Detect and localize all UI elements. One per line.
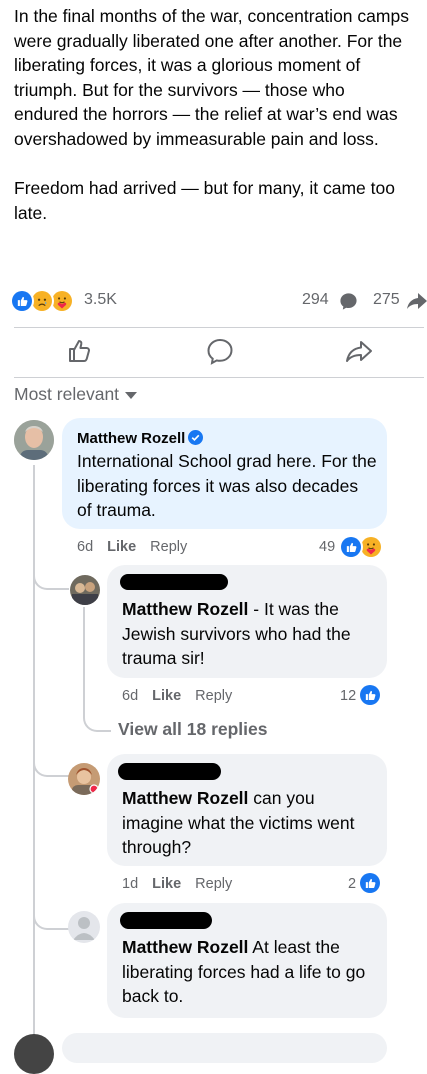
like-reaction-icon	[339, 535, 363, 559]
shares-count[interactable]: 275	[373, 291, 400, 309]
post-text: In the final months of the war, concentr…	[14, 4, 409, 225]
reply-link[interactable]: Reply	[195, 688, 232, 704]
sort-label: Most relevant	[14, 384, 120, 404]
mention-link[interactable]: Matthew Rozell	[122, 599, 248, 619]
divider	[14, 377, 424, 378]
post-paragraph-1: In the final months of the war, concentr…	[14, 6, 409, 149]
redacted-author-name	[118, 763, 221, 780]
avatar[interactable]	[70, 575, 100, 605]
chevron-down-icon	[125, 391, 138, 399]
reply-link[interactable]: Reply	[195, 876, 232, 892]
comment-bubble-icon	[339, 292, 358, 311]
verified-badge-icon	[188, 430, 204, 445]
comment-button[interactable]	[205, 336, 235, 366]
redacted-author-name	[120, 574, 228, 590]
reply-meta: 1d Like Reply	[122, 876, 246, 892]
reply-link[interactable]: Reply	[150, 539, 187, 555]
reply-time[interactable]: 6d	[122, 688, 138, 704]
reply-meta: 6d Like Reply	[122, 688, 246, 704]
divider	[14, 327, 424, 328]
thumbs-up-icon	[69, 340, 90, 362]
reply-text: Matthew Rozell At least the liberating f…	[122, 935, 377, 1009]
reply-thread-connector	[83, 706, 111, 732]
thread-connector	[33, 560, 69, 590]
avatar[interactable]	[14, 1034, 54, 1074]
avatar[interactable]	[68, 911, 100, 943]
reply-text: Matthew Rozell can you imagine what the …	[122, 786, 377, 860]
comment-reaction-count[interactable]: 49	[319, 539, 335, 555]
comment-author[interactable]: Matthew Rozell	[77, 430, 204, 447]
thread-connector	[33, 900, 69, 930]
mention-link[interactable]: Matthew Rozell	[122, 937, 248, 957]
like-link[interactable]: Like	[107, 539, 136, 555]
mention-link[interactable]: Matthew Rozell	[122, 788, 248, 808]
comments-count[interactable]: 294	[302, 291, 329, 309]
like-link[interactable]: Like	[152, 876, 181, 892]
reply-reaction-count[interactable]: 12	[340, 688, 356, 704]
reply-text: Matthew Rozell - It was the Jewish survi…	[122, 597, 377, 671]
view-all-replies-link[interactable]: View all 18 replies	[118, 719, 268, 740]
share-icon	[346, 341, 372, 362]
like-link[interactable]: Like	[152, 688, 181, 704]
reply-time[interactable]: 1d	[122, 876, 138, 892]
comment-time[interactable]: 6d	[77, 539, 93, 555]
comment-sort-dropdown[interactable]: Most relevant	[14, 384, 138, 405]
author-name: Matthew Rozell	[77, 430, 186, 447]
avatar[interactable]	[68, 763, 100, 795]
comment-text: International School grad here. For the …	[77, 451, 377, 521]
reactions-summary-bar: 3.5K 294 275	[0, 288, 427, 314]
like-reaction-icon	[358, 683, 382, 707]
reply-reaction-count[interactable]: 2	[348, 876, 356, 892]
share-button[interactable]	[344, 336, 374, 366]
share-arrow-icon	[407, 293, 427, 310]
like-reaction-icon	[358, 871, 382, 895]
comment-meta: 6d Like Reply	[77, 539, 201, 555]
post-paragraph-2: Freedom had arrived — but for many, it c…	[14, 178, 395, 223]
avatar[interactable]	[14, 420, 54, 460]
redacted-author-name	[120, 912, 212, 929]
comment-icon	[207, 338, 233, 365]
reply-thread-line	[83, 607, 85, 710]
like-button[interactable]	[65, 336, 95, 366]
thread-connector	[33, 745, 69, 777]
comment-bubble	[62, 1033, 387, 1063]
like-reaction-icon	[10, 289, 34, 313]
reactions-count[interactable]: 3.5K	[84, 291, 117, 309]
